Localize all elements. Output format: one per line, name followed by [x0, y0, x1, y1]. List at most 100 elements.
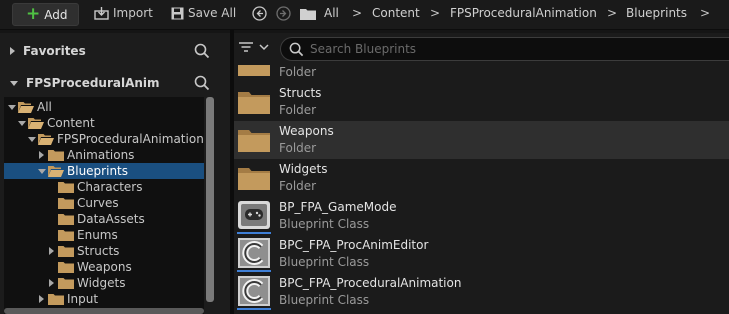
folder-icon	[58, 229, 74, 241]
folder-icon	[58, 197, 74, 209]
search-icon[interactable]	[194, 43, 210, 59]
sources-panel: Favorites FPSProceduralAnim All Content FP…	[0, 33, 230, 314]
favorites-section-header[interactable]: Favorites	[0, 37, 220, 65]
add-button-label: Add	[44, 7, 68, 22]
folder-icon	[300, 9, 316, 20]
tree-item-dataassets[interactable]: DataAssets	[4, 211, 204, 227]
tree-item-label: Weapons	[77, 260, 132, 274]
tree-item-curves[interactable]: Curves	[4, 195, 204, 211]
collapsed-arrow-icon[interactable]	[47, 246, 57, 256]
folder-open-icon	[38, 133, 54, 145]
breadcrumb-separator: >	[700, 6, 711, 20]
breadcrumb-separator: >	[430, 6, 441, 20]
tree-item-label: Animations	[67, 148, 135, 162]
folder-icon	[237, 65, 271, 78]
expanded-arrow-icon[interactable]	[17, 118, 27, 128]
asset-type: Folder	[279, 141, 317, 155]
collapsed-arrow-icon[interactable]	[37, 150, 47, 160]
filter-button[interactable]	[238, 40, 270, 54]
asset-type: Blueprint Class	[279, 255, 370, 269]
folder-open-icon	[18, 101, 34, 113]
import-button-label: Import	[113, 6, 153, 20]
blueprint-class-underline	[237, 232, 271, 234]
search-placeholder: Search Blueprints	[310, 42, 417, 56]
folder-icon	[58, 181, 74, 193]
asset-item-weapons[interactable]: Weapons Folder	[234, 121, 729, 159]
asset-item-widgets[interactable]: Widgets Folder	[234, 159, 729, 197]
component-blueprint-icon	[237, 276, 271, 306]
folder-icon	[58, 277, 74, 289]
asset-list: Folder Structs Folder Weapons Folder Widgets F…	[234, 65, 729, 314]
favorites-label: Favorites	[23, 44, 86, 58]
tree-item-label: All	[37, 100, 52, 114]
asset-item-bpc-fpa-proceduralanimation[interactable]: BPC_FPA_ProceduralAnimation Blueprint Cla…	[234, 273, 729, 311]
asset-name: BP_FPA_GameMode	[279, 200, 397, 214]
expanded-arrow-icon[interactable]	[37, 166, 47, 176]
asset-type: Folder	[279, 103, 317, 117]
content-panel: Search Blueprints Folder Structs Folder Wea…	[234, 33, 729, 314]
tree-item-enums[interactable]: Enums	[4, 227, 204, 243]
folder-icon	[237, 124, 271, 154]
save-all-button[interactable]: Save All	[171, 6, 236, 20]
save-icon	[171, 7, 184, 19]
folder-icon	[58, 213, 74, 225]
tree-item-characters[interactable]: Characters	[4, 179, 204, 195]
forward-icon[interactable]	[276, 6, 291, 21]
expanded-arrow-icon[interactable]	[27, 134, 37, 144]
asset-item-folder[interactable]: Folder	[234, 65, 729, 83]
folder-icon	[48, 293, 64, 305]
asset-item-structs[interactable]: Structs Folder	[234, 83, 729, 121]
asset-item-bpc-fpa-procanimeditor[interactable]: BPC_FPA_ProcAnimEditor Blueprint Class	[234, 235, 729, 273]
search-input[interactable]: Search Blueprints	[280, 37, 729, 61]
breadcrumb-separator: >	[352, 6, 363, 20]
tree-item-structs[interactable]: Structs	[4, 243, 204, 259]
expanded-arrow-icon[interactable]	[7, 102, 17, 112]
save-all-button-label: Save All	[188, 6, 237, 20]
expanded-arrow-icon	[10, 80, 18, 86]
tree-item-all[interactable]: All	[4, 99, 204, 115]
search-icon	[289, 42, 304, 56]
collapsed-arrow-icon[interactable]	[37, 294, 47, 304]
asset-type: Folder	[279, 179, 317, 193]
tree-item-animations[interactable]: Animations	[4, 147, 204, 163]
tree-item-weapons[interactable]: Weapons	[4, 259, 204, 275]
asset-item-bp-fpa-gamemode[interactable]: BP_FPA_GameMode Blueprint Class	[234, 197, 729, 235]
folder-icon	[58, 245, 74, 257]
search-icon[interactable]	[194, 75, 210, 91]
gamemode-blueprint-icon	[237, 200, 271, 230]
project-label: FPSProceduralAnim	[26, 76, 160, 90]
tree-item-content[interactable]: Content	[4, 115, 204, 131]
folder-tree: All Content FPSProceduralAnimation Animatio…	[4, 97, 204, 314]
asset-type: Folder	[279, 65, 317, 79]
collapsed-arrow-icon[interactable]	[47, 278, 57, 288]
project-section-header[interactable]: FPSProceduralAnim	[0, 69, 220, 97]
import-button[interactable]: Import	[94, 6, 153, 20]
breadcrumb-blueprints[interactable]: Blueprints	[626, 6, 687, 20]
tree-vertical-scrollbar[interactable]	[206, 97, 214, 302]
tree-item-label: FPSProceduralAnimation	[57, 132, 204, 146]
component-blueprint-icon	[237, 238, 271, 268]
tree-item-input[interactable]: Input	[4, 291, 204, 307]
breadcrumb-all[interactable]: All	[324, 6, 339, 20]
tree-item-fpsproceduralanimation[interactable]: FPSProceduralAnimation	[4, 131, 204, 147]
tree-horizontal-scrollbar[interactable]	[4, 308, 204, 314]
add-button[interactable]: + Add	[12, 3, 79, 26]
blueprint-class-underline	[237, 308, 271, 310]
breadcrumb-fpsproceduralanimation[interactable]: FPSProceduralAnimation	[450, 6, 597, 20]
back-icon[interactable]	[252, 6, 267, 21]
asset-name: Widgets	[279, 162, 328, 176]
asset-type: Blueprint Class	[279, 293, 370, 307]
breadcrumb-content[interactable]: Content	[372, 6, 420, 20]
tree-item-label: Enums	[77, 228, 118, 242]
folder-icon	[237, 162, 271, 192]
folder-open-icon	[48, 165, 64, 177]
folder-icon	[48, 149, 64, 161]
plus-icon: +	[26, 4, 41, 24]
tree-item-widgets[interactable]: Widgets	[4, 275, 204, 291]
asset-name: Structs	[279, 86, 322, 100]
tree-item-blueprints[interactable]: Blueprints	[4, 163, 204, 179]
collapsed-arrow-icon	[10, 47, 15, 55]
filter-icon	[239, 42, 253, 52]
